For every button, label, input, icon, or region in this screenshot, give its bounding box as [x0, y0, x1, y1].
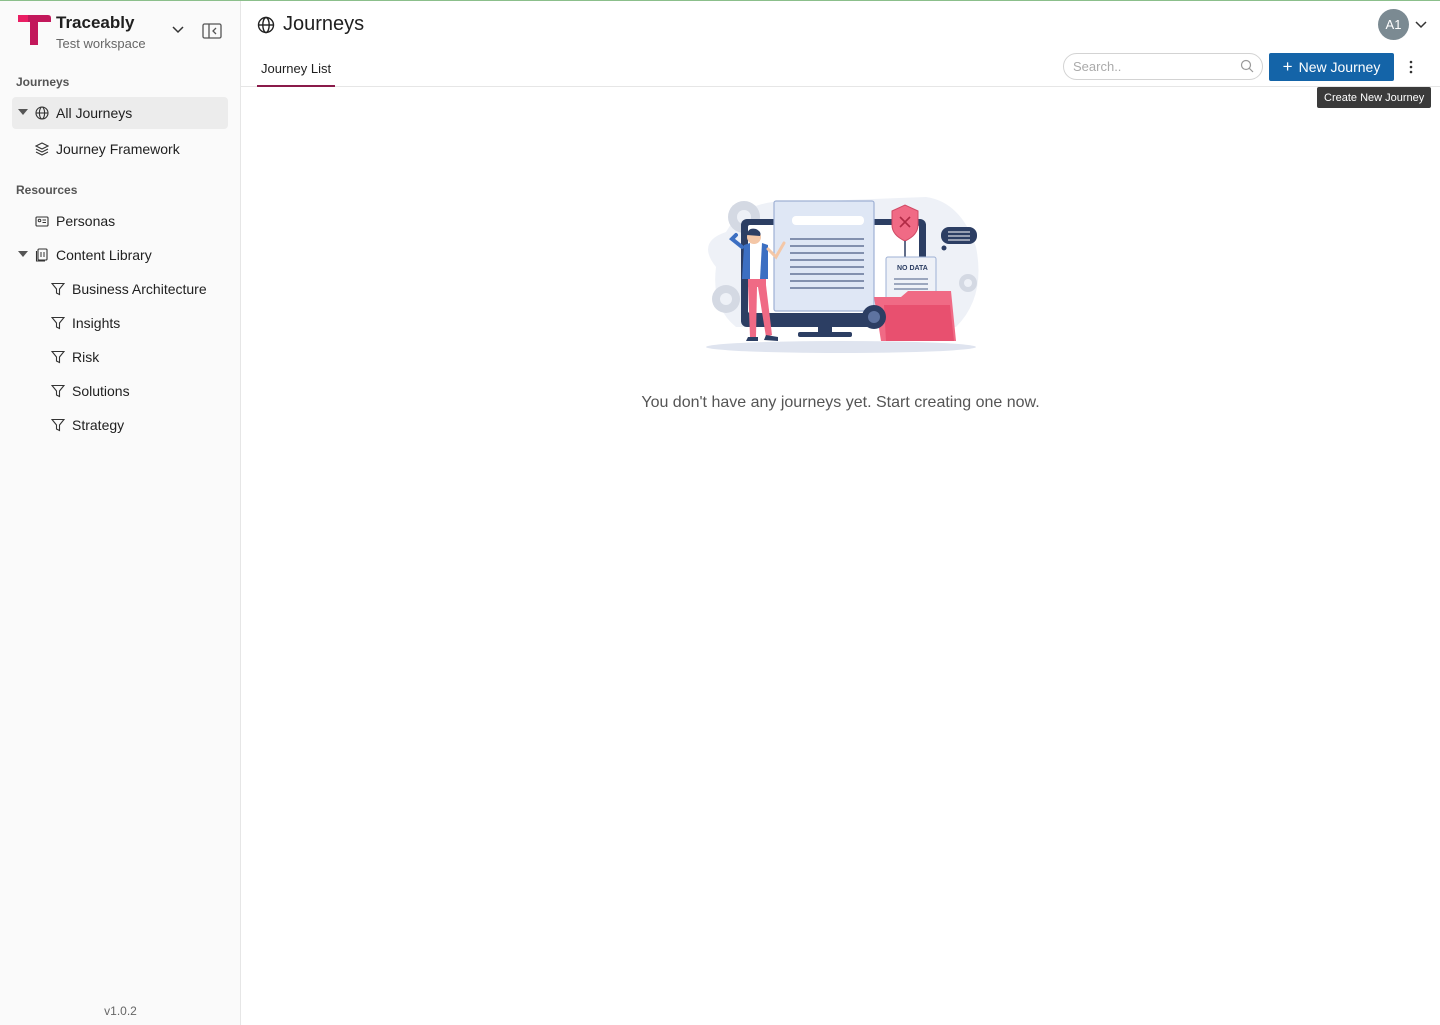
section-label-resources: Resources [16, 183, 78, 197]
new-journey-tooltip: Create New Journey [1317, 87, 1432, 108]
layers-icon [35, 142, 49, 156]
sidebar-item-label: Personas [56, 213, 116, 229]
sidebar-item-label: Business Architecture [72, 281, 207, 297]
sidebar-item-all-journeys[interactable]: All Journeys [12, 97, 228, 129]
sidebar-item-label: Content Library [56, 247, 152, 263]
sidebar-item-risk[interactable]: Risk [12, 341, 228, 373]
collapse-sidebar-icon[interactable] [201, 21, 223, 41]
sidebar-item-journey-framework[interactable]: Journey Framework [12, 133, 228, 165]
globe-icon [257, 16, 275, 33]
app-version: v1.0.2 [104, 1004, 137, 1018]
sidebar-item-insights[interactable]: Insights [12, 307, 228, 339]
more-options-icon[interactable] [1404, 58, 1418, 76]
no-data-illustration: NO DATA [706, 197, 979, 353]
avatar[interactable]: A1 [1378, 9, 1409, 40]
library-icon [35, 248, 48, 262]
workspace-name: Test workspace [56, 36, 146, 51]
sidebar-item-label: All Journeys [56, 105, 133, 121]
id-card-icon [35, 216, 49, 227]
workspace-switcher[interactable]: Traceably Test workspace [16, 13, 146, 51]
sidebar-item-label: Strategy [72, 417, 125, 433]
sidebar-item-personas[interactable]: Personas [12, 205, 228, 237]
search-icon[interactable] [1240, 59, 1254, 73]
plus-icon: + [1282, 57, 1293, 76]
filter-icon [51, 384, 65, 398]
search-field[interactable] [1063, 53, 1263, 80]
sidebar-item-business-architecture[interactable]: Business Architecture [12, 273, 228, 305]
main-content: Journeys A1 Journey List + New Journey C… [241, 1, 1440, 1025]
caret-down-icon[interactable] [18, 251, 28, 257]
brand-name: Traceably [56, 13, 135, 32]
traceably-logo [18, 15, 51, 45]
sidebar-item-content-library[interactable]: Content Library [12, 239, 228, 271]
new-journey-button[interactable]: + New Journey [1269, 53, 1394, 81]
new-journey-label: New Journey [1298, 59, 1381, 75]
filter-icon [51, 316, 65, 330]
globe-icon [35, 106, 49, 120]
tab-journey-list[interactable]: Journey List [257, 59, 336, 87]
chevron-down-icon[interactable] [1414, 17, 1428, 31]
filter-icon [51, 350, 65, 364]
empty-state-message: You don't have any journeys yet. Start c… [641, 394, 1040, 411]
section-label-journeys: Journeys [16, 75, 70, 89]
sidebar-item-label: Journey Framework [56, 141, 180, 157]
filter-icon [51, 282, 65, 296]
page-title: Journeys [283, 13, 365, 35]
caret-down-icon[interactable] [18, 109, 28, 115]
sidebar-item-label: Insights [72, 315, 121, 331]
sidebar-item-label: Risk [72, 349, 100, 365]
search-input[interactable] [1073, 59, 1233, 74]
filter-icon [51, 418, 65, 432]
no-data-label: NO DATA [897, 265, 928, 272]
page-header: Journeys [257, 13, 364, 36]
sidebar-item-strategy[interactable]: Strategy [12, 409, 228, 441]
sidebar-item-solutions[interactable]: Solutions [12, 375, 228, 407]
sidebar: Traceably Test workspace Journeys All Jo… [0, 1, 241, 1025]
sidebar-item-label: Solutions [72, 383, 130, 399]
chevron-down-icon[interactable] [170, 21, 186, 37]
